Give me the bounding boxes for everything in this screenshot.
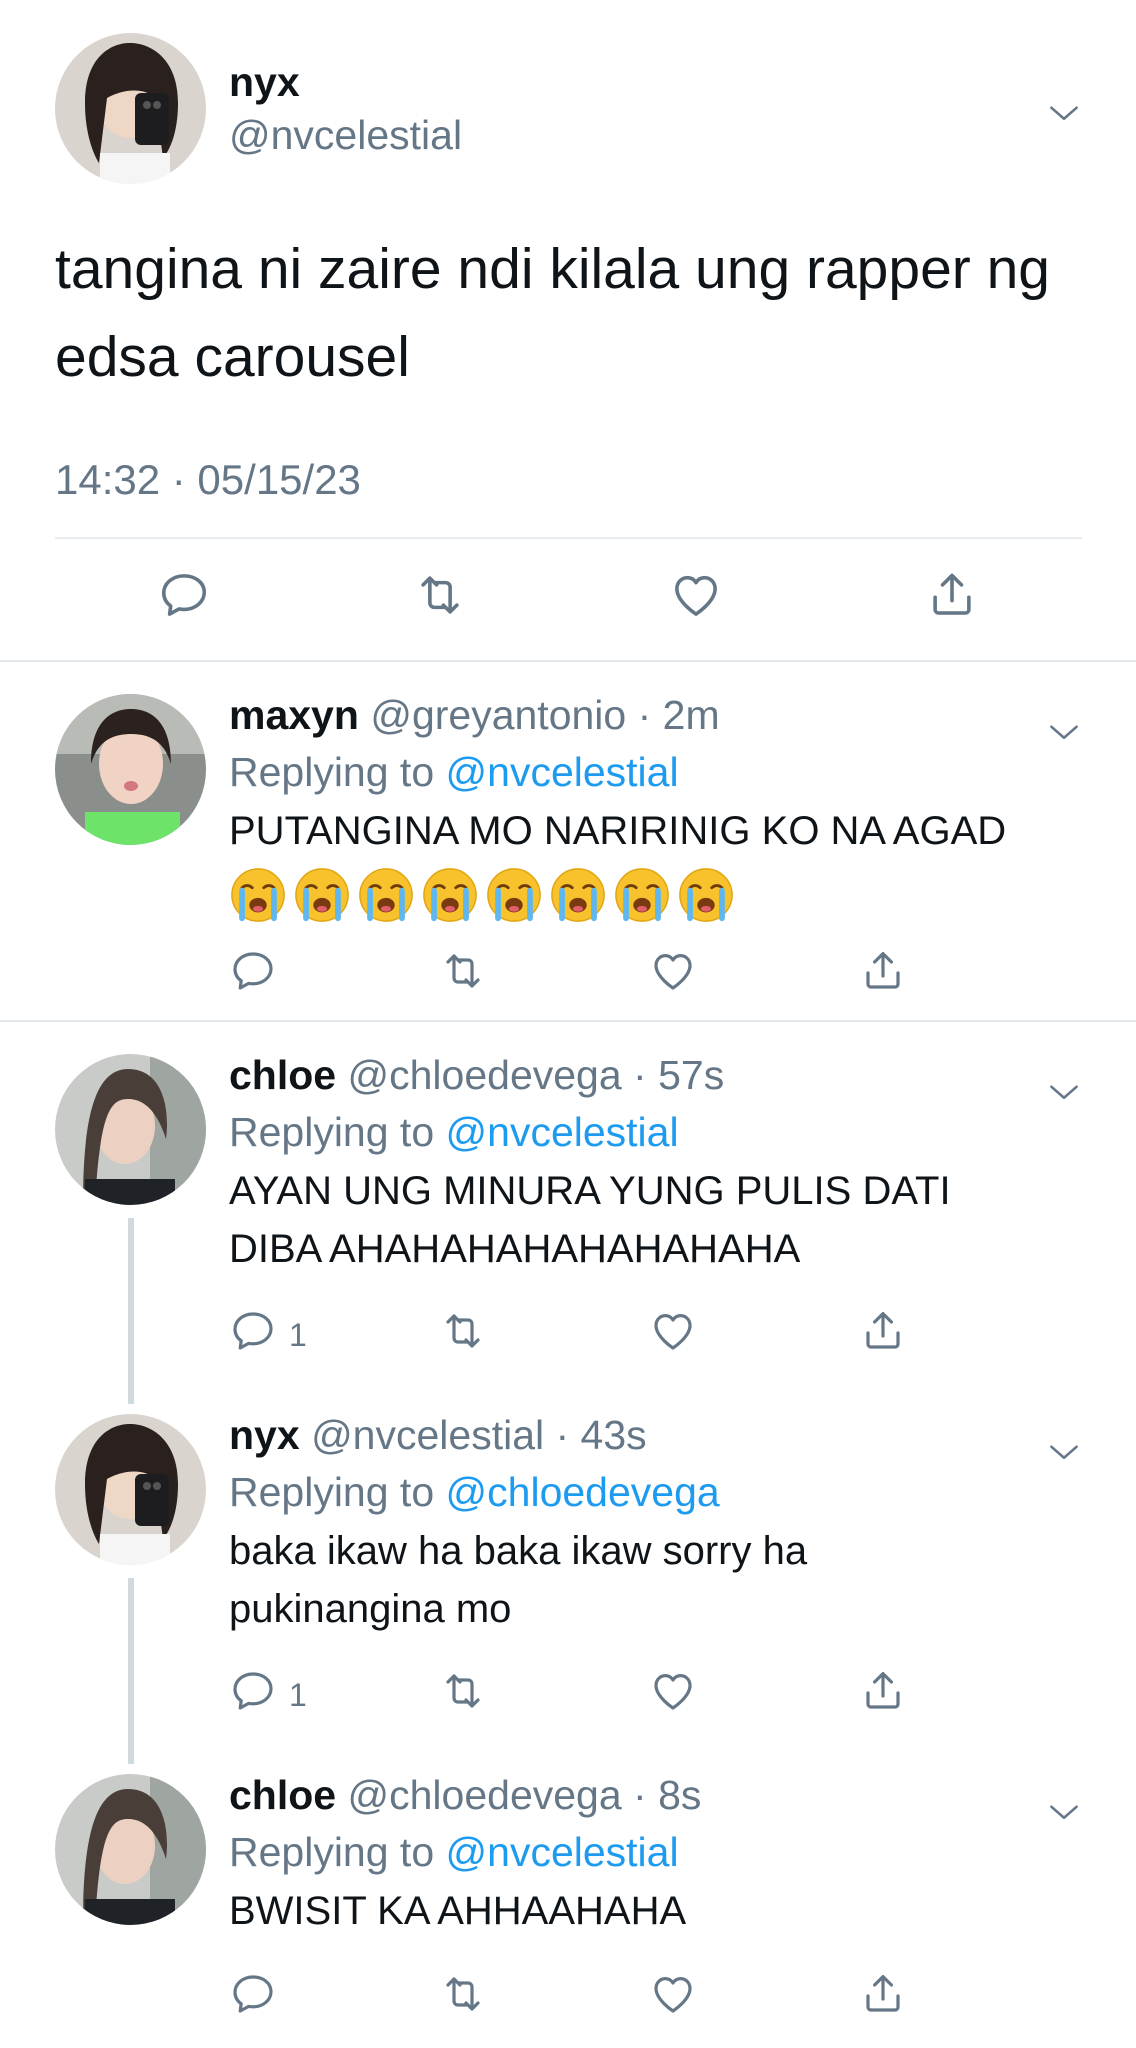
reply-header: chloe @chloedevega · 57s <box>229 1049 724 1101</box>
reply-header: chloe @chloedevega · 8s <box>229 1769 701 1821</box>
loudly-crying-face-icon <box>357 866 415 924</box>
loudly-crying-face-icon <box>485 866 543 924</box>
reply-header: maxyn @greyantonio · 2m <box>229 689 720 741</box>
author-handle-time[interactable]: @chloedevega · 8s <box>348 1772 702 1818</box>
like-icon[interactable] <box>649 1307 697 1355</box>
reply-icon[interactable] <box>157 568 211 622</box>
replying-to: Replying to @nvcelestial <box>229 746 679 798</box>
loudly-crying-face-icon <box>229 866 287 924</box>
chevron-down-icon[interactable] <box>1045 714 1083 752</box>
chevron-down-icon[interactable] <box>1045 1074 1083 1112</box>
replying-to-link[interactable]: @nvcelestial <box>446 1109 679 1155</box>
avatar[interactable] <box>55 1054 206 1205</box>
loudly-crying-face-icon <box>549 866 607 924</box>
replying-to-label: Replying to <box>229 1469 435 1515</box>
share-icon[interactable] <box>859 1667 907 1715</box>
avatar[interactable] <box>55 1774 206 1925</box>
loudly-crying-face-icon <box>293 866 351 924</box>
reply-icon[interactable] <box>229 947 277 995</box>
reply-text: AYAN UNG MINURA YUNG PULIS DATI DIBA AHA… <box>229 1169 951 1271</box>
like-icon[interactable] <box>649 1667 697 1715</box>
share-icon[interactable] <box>859 1307 907 1355</box>
reply-text: BWISIT KA AHHAAHAHA <box>229 1889 687 1933</box>
reply-header: nyx @nvcelestial · 43s <box>229 1409 647 1461</box>
chevron-down-icon[interactable] <box>1045 1794 1083 1832</box>
divider <box>55 537 1082 539</box>
author-handle[interactable]: @nvcelestial <box>229 110 462 160</box>
reply-actions <box>229 947 929 1007</box>
like-icon[interactable] <box>649 1970 697 2018</box>
reply-actions: 1 <box>229 1667 929 1727</box>
tweet-timestamp: 14:32 · 05/15/23 <box>55 456 361 503</box>
loudly-crying-face-icon <box>421 866 479 924</box>
replying-to-link[interactable]: @chloedevega <box>446 1469 720 1515</box>
reply-icon[interactable] <box>229 1307 277 1355</box>
replying-to: Replying to @chloedevega <box>229 1466 720 1518</box>
reply-tweet[interactable]: maxyn @greyantonio · 2m Replying to @nvc… <box>0 662 1136 1020</box>
replying-to-label: Replying to <box>229 749 435 795</box>
avatar[interactable] <box>55 694 206 845</box>
author-name[interactable]: nyx <box>229 57 300 107</box>
replying-to-label: Replying to <box>229 1109 435 1155</box>
retweet-icon[interactable] <box>439 1970 487 2018</box>
share-icon[interactable] <box>859 1970 907 2018</box>
chevron-down-icon[interactable] <box>1045 95 1083 133</box>
tweet-text: tangina ni zaire ndi kilala ung rapper n… <box>55 237 1050 389</box>
reply-text: baka ikaw ha baka ikaw sorry ha pukinang… <box>229 1529 808 1631</box>
reply-icon[interactable] <box>229 1667 277 1715</box>
retweet-icon[interactable] <box>439 1307 487 1355</box>
like-icon[interactable] <box>669 568 723 622</box>
replying-to: Replying to @nvcelestial <box>229 1106 679 1158</box>
author-name[interactable]: chloe <box>229 1052 336 1098</box>
reply-icon[interactable] <box>229 1970 277 2018</box>
retweet-icon[interactable] <box>439 1667 487 1715</box>
reply-tweet[interactable]: chloe @chloedevega · 8s Replying to @nvc… <box>0 1742 1136 2048</box>
reply-actions <box>229 1970 929 2030</box>
replying-to-link[interactable]: @nvcelestial <box>446 1829 679 1875</box>
avatar[interactable] <box>55 33 206 184</box>
tweet-actions <box>0 560 1136 640</box>
chevron-down-icon[interactable] <box>1045 1434 1083 1472</box>
author-handle-time[interactable]: @chloedevega · 57s <box>348 1052 725 1098</box>
author-name[interactable]: maxyn <box>229 692 359 738</box>
like-icon[interactable] <box>649 947 697 995</box>
main-tweet: nyx @nvcelestial tangina ni zaire ndi ki… <box>0 0 1136 662</box>
author-name[interactable]: nyx <box>229 1412 300 1458</box>
replying-to-label: Replying to <box>229 1829 435 1875</box>
loudly-crying-face-icon <box>613 866 671 924</box>
loudly-crying-face-icon <box>677 866 735 924</box>
emoji-row <box>229 866 1109 924</box>
replying-to: Replying to @nvcelestial <box>229 1826 679 1878</box>
author-handle-time[interactable]: @nvcelestial · 43s <box>311 1412 647 1458</box>
reply-text-content: PUTANGINA MO NARIRINIG KO NA AGAD <box>229 809 1007 853</box>
retweet-icon[interactable] <box>439 947 487 995</box>
reply-count: 1 <box>289 1677 307 1713</box>
author-handle-time[interactable]: @greyantonio · 2m <box>370 692 719 738</box>
author-name[interactable]: chloe <box>229 1772 336 1818</box>
share-icon[interactable] <box>859 947 907 995</box>
share-icon[interactable] <box>925 568 979 622</box>
reply-count: 1 <box>289 1317 307 1353</box>
reply-tweet[interactable]: nyx @nvcelestial · 43s Replying to @chlo… <box>0 1382 1136 1742</box>
avatar[interactable] <box>55 1414 206 1565</box>
retweet-icon[interactable] <box>413 568 467 622</box>
reply-tweet[interactable]: chloe @chloedevega · 57s Replying to @nv… <box>0 1022 1136 1382</box>
reply-text: PUTANGINA MO NARIRINIG KO NA AGAD <box>229 802 1109 924</box>
replying-to-link[interactable]: @nvcelestial <box>446 749 679 795</box>
reply-actions: 1 <box>229 1307 929 1367</box>
